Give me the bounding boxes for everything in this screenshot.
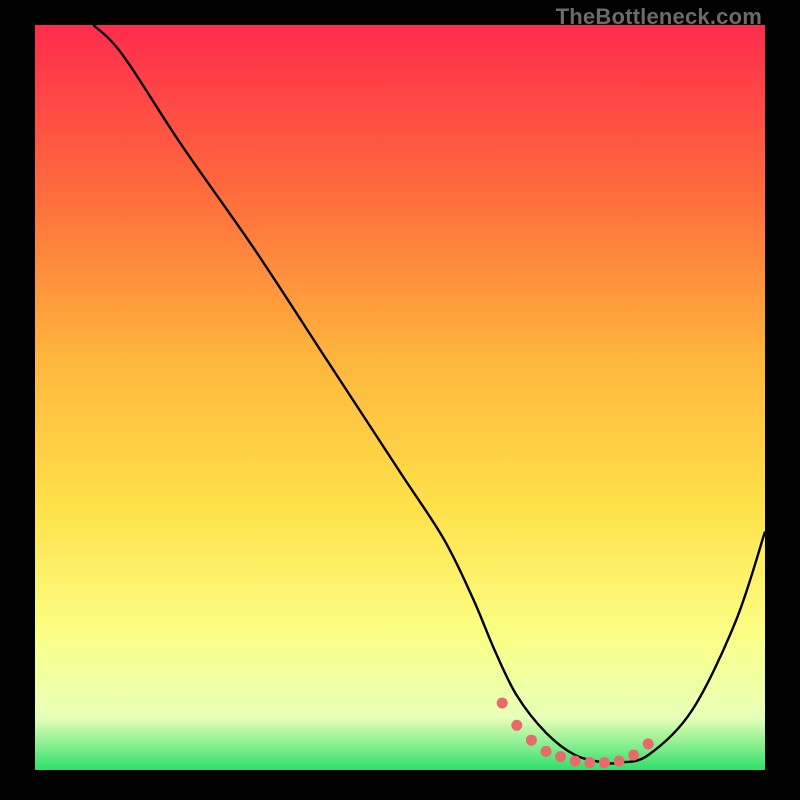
gradient-background [35,25,765,770]
chart-stage: TheBottleneck.com [0,0,800,800]
optimal-dot [628,750,639,761]
optimal-dot [614,756,625,767]
optimal-dot [526,735,537,746]
optimal-dot [643,738,654,749]
optimal-dot [570,756,581,767]
optimal-dot [541,746,552,757]
optimal-dot [511,720,522,731]
chart-svg [35,25,765,770]
optimal-dot [555,751,566,762]
optimal-dot [584,757,595,768]
optimal-dot [599,757,610,768]
plot-area [35,25,765,770]
optimal-dot [497,697,508,708]
